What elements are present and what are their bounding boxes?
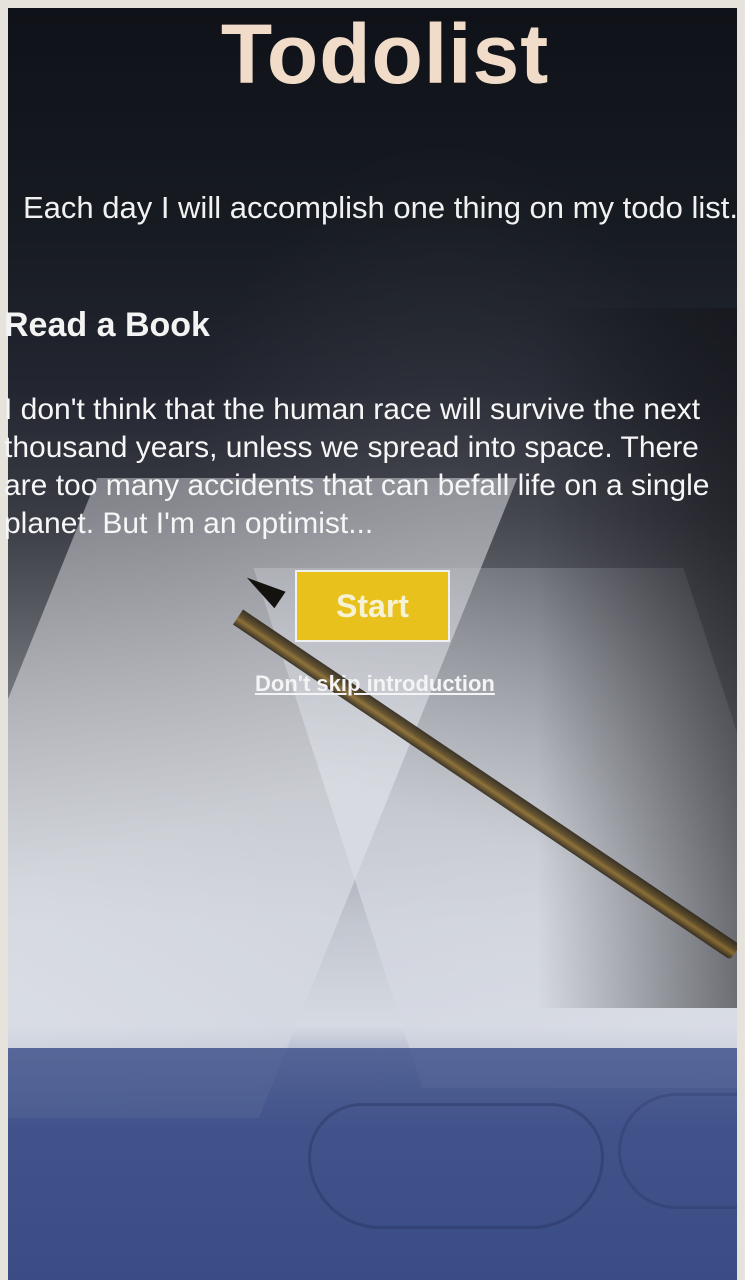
app-title: Todolist — [220, 7, 550, 101]
task-heading: Read a Book — [4, 306, 210, 344]
start-button[interactable]: Start — [295, 570, 450, 642]
glasses-icon — [308, 1103, 604, 1229]
intro-content: Todolist Each day I will accomplish one … — [0, 0, 738, 720]
task-quote: I don't think that the human race will s… — [4, 393, 710, 540]
skip-introduction-link[interactable]: Don't skip introduction — [255, 671, 495, 697]
tagline: Each day I will accomplish one thing on … — [22, 190, 739, 225]
glasses-lens-icon — [618, 1093, 737, 1209]
